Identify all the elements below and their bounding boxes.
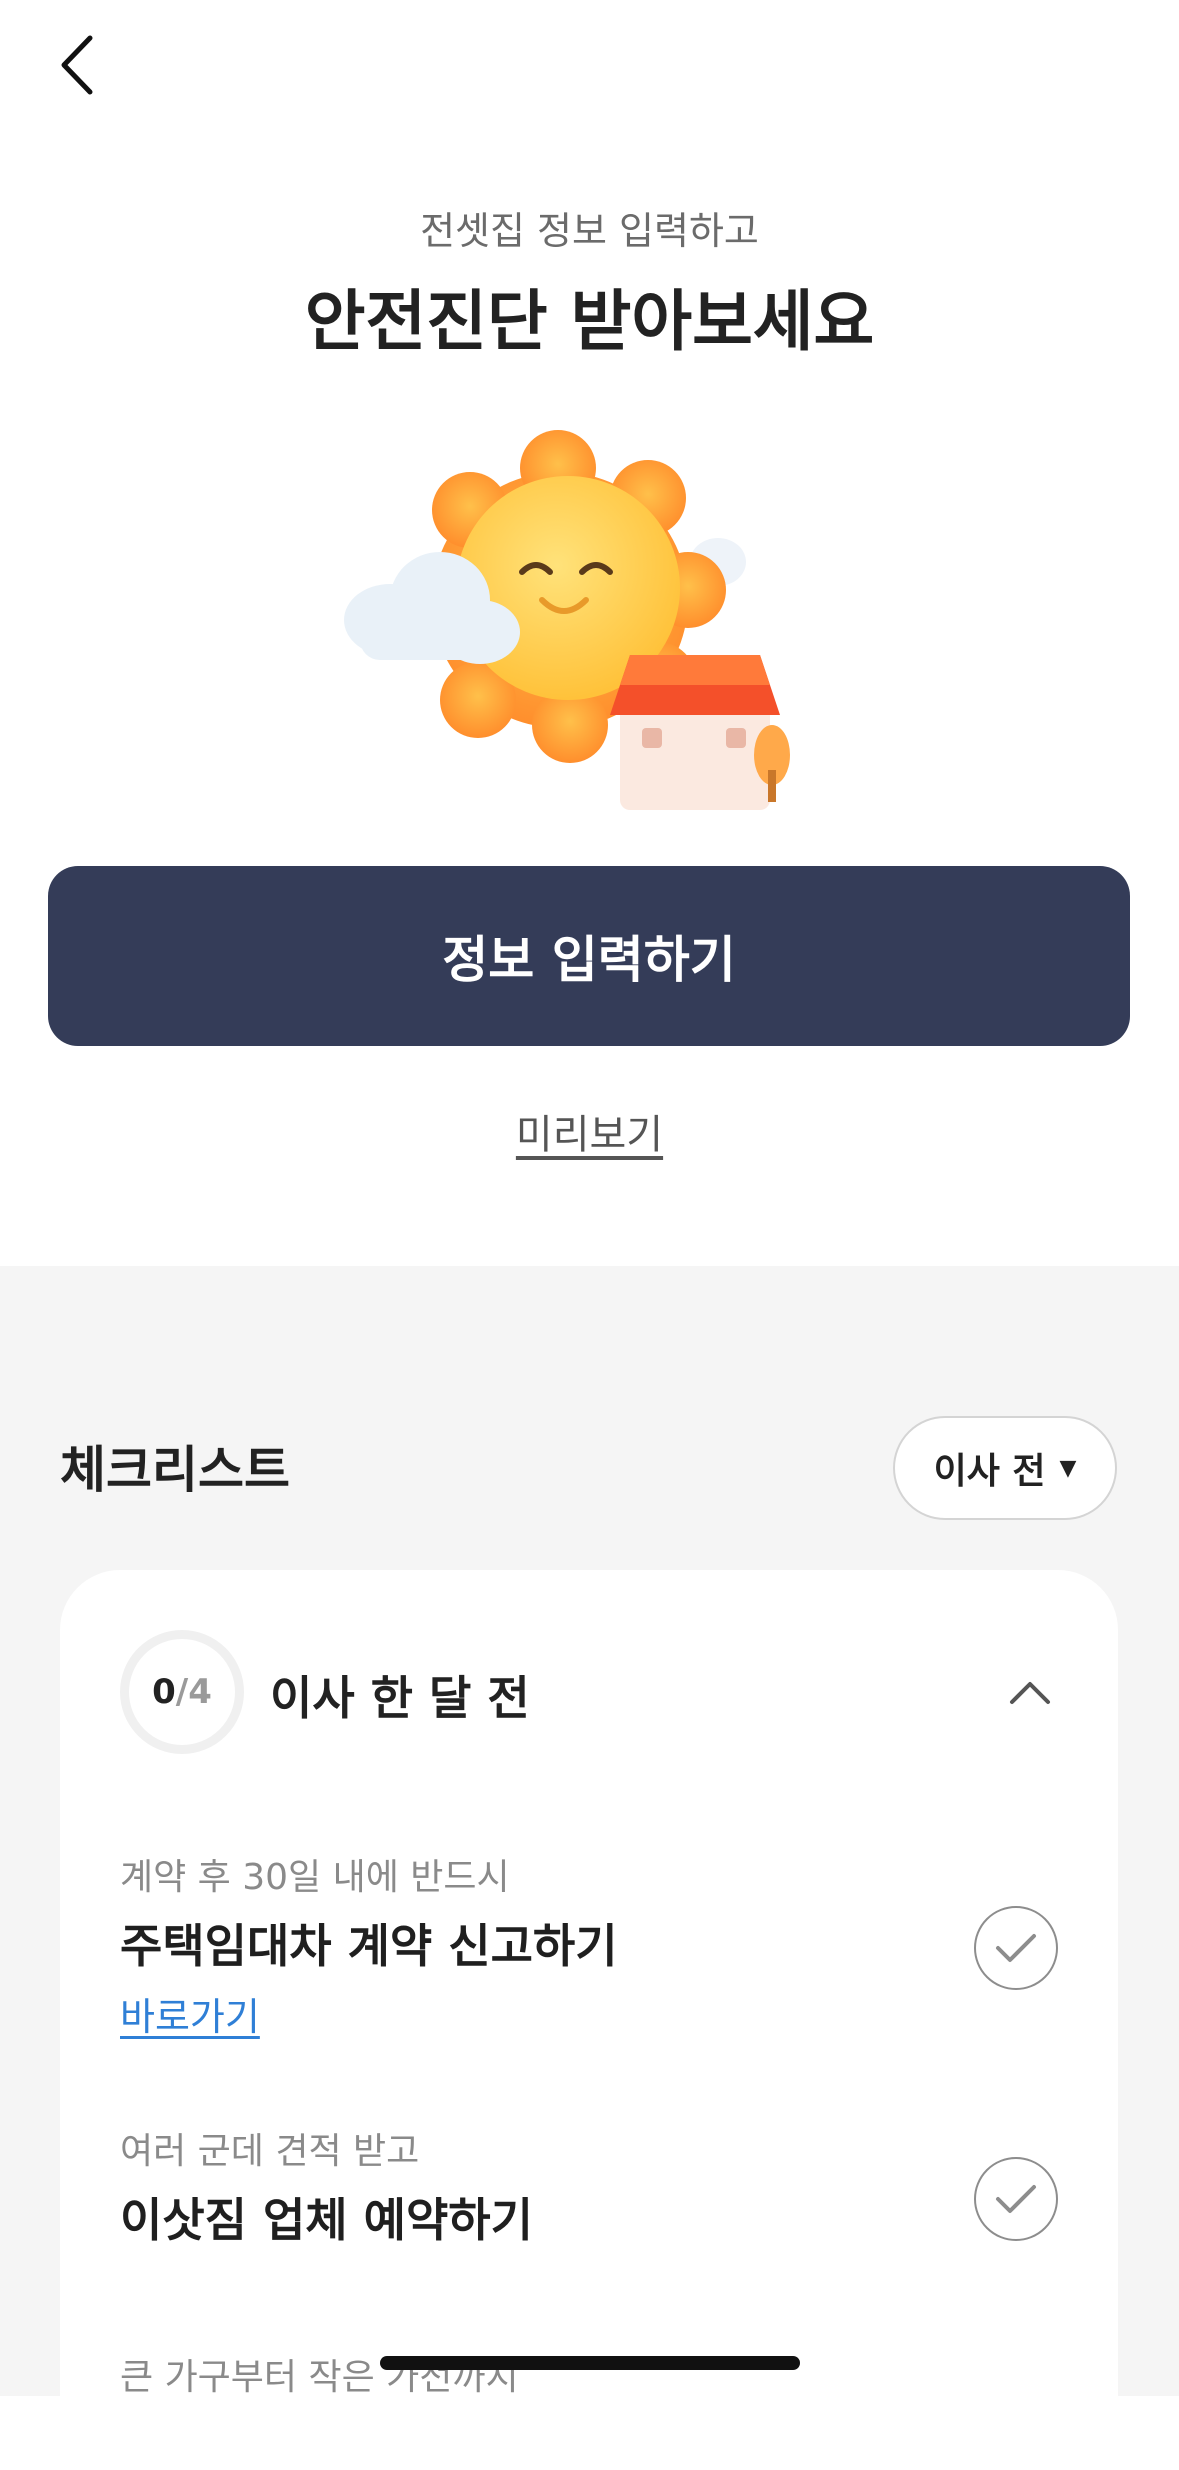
collapse-button[interactable] <box>1006 1672 1054 1712</box>
chevron-up-icon <box>1010 1682 1050 1704</box>
shortcut-link[interactable]: 바로가기 <box>120 1986 260 2041</box>
sun-house-illustration <box>330 410 800 810</box>
item-check-button[interactable] <box>974 2157 1058 2241</box>
home-indicator <box>380 2356 800 2370</box>
item-check-button[interactable] <box>974 1906 1058 1990</box>
progress-ring: 0/4 <box>120 1630 244 1754</box>
stage-dropdown-label: 이사 전 <box>933 1451 1046 1492</box>
preview-link[interactable]: 미리보기 <box>516 1112 663 1158</box>
hero-subtitle: 전셋집 정보 입력하고 <box>420 209 759 253</box>
stage-dropdown[interactable]: 이사 전 ▼ <box>893 1416 1117 1520</box>
check-icon <box>996 2185 1036 2213</box>
checklist-title: 체크리스트 <box>60 1441 290 1499</box>
item-subtitle: 여러 군데 견적 받고 <box>120 2131 420 2172</box>
back-button[interactable] <box>50 30 110 100</box>
section-title: 이사 한 달 전 <box>270 1671 530 1725</box>
progress-total: /4 <box>175 1672 212 1712</box>
caret-down-icon: ▼ <box>1059 1455 1077 1481</box>
preview-link-wrap: 미리보기 <box>0 1102 1179 1160</box>
enter-info-button[interactable]: 정보 입력하기 <box>48 866 1130 1046</box>
item-title: 주택임대차 계약 신고하기 <box>120 1919 618 1973</box>
progress-done: 0 <box>152 1672 176 1712</box>
hero-title: 안전진단 받아보세요 <box>304 283 875 360</box>
item-subtitle: 계약 후 30일 내에 반드시 <box>120 1857 510 1898</box>
item-title: 이삿짐 업체 예약하기 <box>120 2193 533 2247</box>
chevron-left-icon <box>61 35 93 95</box>
check-icon <box>996 1934 1036 1962</box>
